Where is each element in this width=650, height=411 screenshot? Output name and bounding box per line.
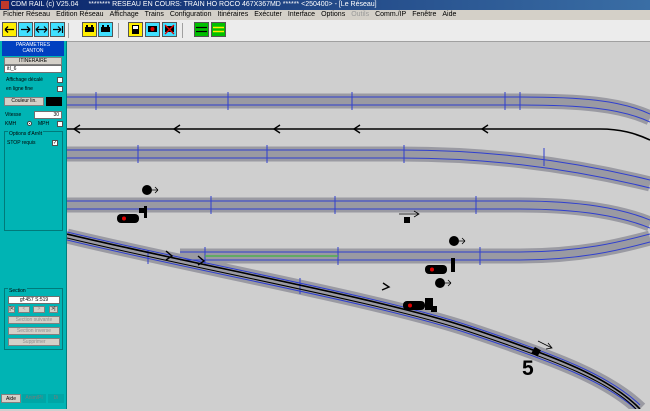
mph-radio[interactable] (57, 121, 63, 127)
line-color-swatch[interactable] (46, 97, 62, 106)
tab-aide[interactable]: Aide (1, 394, 21, 403)
affichage-decale-checkbox[interactable] (57, 77, 63, 83)
menu-item-fen-tre[interactable]: Fenêtre (412, 10, 436, 20)
mph-label: MPH (38, 121, 50, 127)
detector-icon (399, 210, 420, 223)
vitesse-label: Vitesse (5, 112, 22, 118)
parameters-panel: PARAMETRES CANTON ITINERAIRE itI_6 Affic… (0, 41, 67, 409)
menu-item-outils[interactable]: Outils (351, 10, 369, 20)
menu-item-edition-r-seau[interactable]: Edition Réseau (56, 10, 103, 20)
tool-loco-cyan-icon[interactable] (98, 22, 113, 37)
track-1-ballast (67, 93, 650, 125)
section-title: Section (8, 288, 27, 294)
options-arret-title: Options d'Arrêt (8, 131, 44, 137)
toolbar-separator (68, 23, 69, 38)
panel-header: PARAMETRES CANTON (2, 41, 64, 56)
itineraire-field[interactable]: itI_6 (4, 65, 62, 73)
track-layout-svg[interactable]: 5 (65, 42, 650, 411)
section-suivante-button[interactable]: Section suivante (8, 316, 60, 324)
tool-route-next-icon[interactable] (50, 22, 65, 37)
toolbar (0, 20, 650, 42)
toolbar-separator (182, 23, 183, 38)
app-label: CDM RAIL (c) V25.04 (11, 1, 79, 8)
en-ligne-fine-label: en ligne fine (6, 86, 33, 92)
tool-train-icon[interactable] (128, 22, 143, 37)
menu-item-affichage[interactable]: Affichage (110, 10, 139, 20)
section-field[interactable]: gf:457 S:519 (8, 296, 60, 304)
direction-arrow-icon (381, 282, 391, 291)
tool-route-left-icon[interactable] (2, 22, 17, 37)
section-first-button[interactable]: |< (8, 306, 15, 313)
tool-route-both-icon[interactable] (34, 22, 49, 37)
itineraire-label: ITINERAIRE (4, 57, 62, 65)
layout-canvas[interactable]: 5 (65, 42, 650, 411)
track-6-ballast (180, 230, 650, 264)
supprimer-button[interactable]: Supprimer (8, 338, 60, 346)
section-group: Section gf:457 S:519 |< < > >| Section s… (4, 288, 63, 350)
menu-item-interface[interactable]: Interface (288, 10, 315, 20)
menu-bar: Fichier Réseau Edition Réseau Affichage Tra… (0, 10, 650, 20)
track-2-line (67, 128, 650, 141)
menu-item-fichier-r-seau[interactable]: Fichier Réseau (3, 10, 50, 20)
vitesse-field[interactable]: 30 (34, 111, 62, 119)
tool-loco-yellow-icon[interactable] (82, 22, 97, 37)
menu-item-trains[interactable]: Trains (145, 10, 164, 20)
canton-label: 5 (522, 357, 534, 380)
affichage-decale-label: Affichage décalé (6, 77, 43, 83)
title-bar: CDM RAIL (c) V25.04 ******** RESEAU EN CO… (0, 0, 650, 10)
tool-train-red-icon[interactable] (145, 22, 160, 37)
couleur-button[interactable]: Couleur lin. (4, 97, 44, 106)
tool-block-green-icon[interactable] (194, 22, 209, 37)
panel-header-line2: CANTON (22, 48, 44, 54)
kmh-radio[interactable] (27, 121, 32, 126)
tool-train-cross-icon[interactable] (162, 22, 177, 37)
menu-item-itin-raires[interactable]: Itinéraires (217, 10, 248, 20)
kmh-label: KMH (5, 121, 17, 127)
tab-anim[interactable]: Anim/Pl (22, 394, 46, 403)
panel-tabs: Aide Anim/Pl Di (0, 394, 66, 403)
menu-item-configuration[interactable]: Configuration (170, 10, 212, 20)
app-icon (1, 1, 9, 9)
signal-icon (403, 278, 452, 312)
menu-item-aide[interactable]: Aide (442, 10, 456, 20)
section-inverse-button[interactable]: Section inverse (8, 327, 60, 335)
window-title: ******** RESEAU EN COURS: TRAIN HO ROCO … (88, 1, 377, 8)
track-4-ballast (67, 197, 650, 231)
section-next-button[interactable]: > (33, 306, 45, 313)
menu-item-comm-ip[interactable]: Comm./IP (375, 10, 406, 20)
section-last-button[interactable]: >| (49, 306, 58, 313)
tool-block-double-icon[interactable] (211, 22, 226, 37)
tab-di[interactable]: Di (48, 394, 64, 403)
menu-item-options[interactable]: Options (321, 10, 345, 20)
stop-requis-label: STOP requis (7, 140, 36, 146)
toolbar-separator (118, 23, 119, 38)
menu-item-ex-cuter[interactable]: Exécuter (254, 10, 282, 20)
tool-route-right-icon[interactable] (18, 22, 33, 37)
stop-requis-checkbox[interactable]: ✓ (52, 140, 58, 146)
en-ligne-fine-checkbox[interactable] (57, 86, 63, 92)
track-5b-line (66, 237, 637, 410)
options-arret-group: Options d'Arrêt STOP requis ✓ (4, 131, 63, 231)
section-prev-button[interactable]: < (18, 306, 30, 313)
